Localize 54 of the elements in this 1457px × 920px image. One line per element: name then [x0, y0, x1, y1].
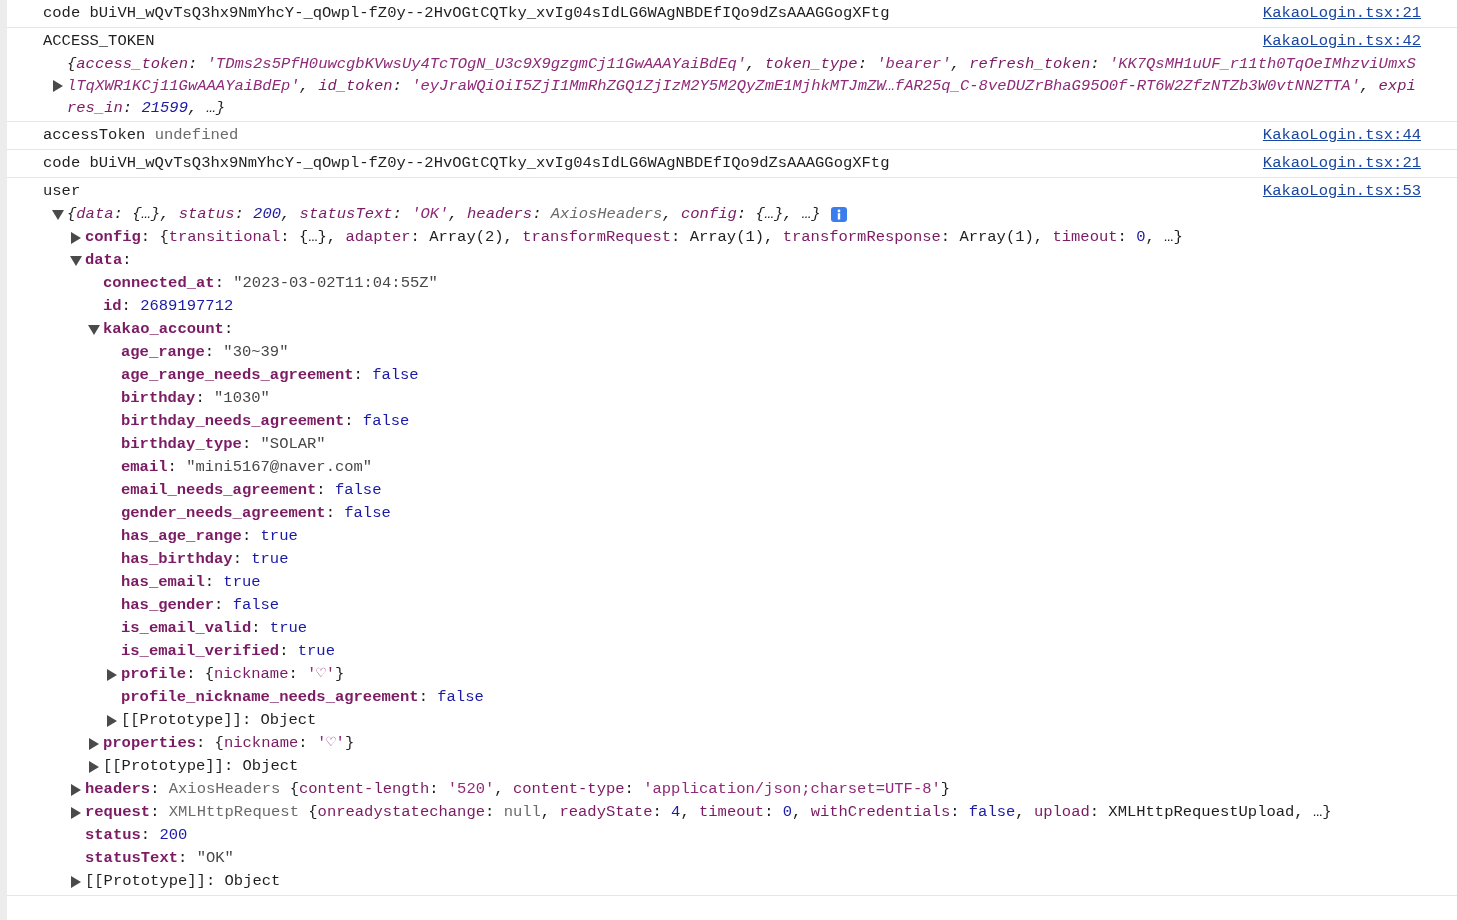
disclosure-triangle-icon[interactable]	[71, 783, 81, 796]
object-preview: {data: {…}, status: 200, statusText: 'OK', headers: AxiosHeaders, config: {…}, …}	[67, 204, 821, 225]
object-property: birthday_type: "SOLAR"	[121, 434, 326, 455]
log-message: user	[43, 181, 81, 202]
object-property: profile: {nickname: '♡'}	[121, 664, 345, 685]
object-property: profile_nickname_needs_agreement: false	[121, 687, 484, 708]
log-message: code bUiVH_wQvTsQ3hx9NmYhcY-_qOwpl-fZ0y--2HvOGtCQTky_xvIg04sIdLG6WAgNBDEfIQo9dZsAAAGGogXFtg	[43, 153, 890, 174]
object-property: status: 200	[85, 825, 188, 846]
log-message: accessToken undefined	[43, 125, 239, 146]
log-message: code bUiVH_wQvTsQ3hx9NmYhcY-_qOwpl-fZ0y--2HvOGtCQTky_xvIg04sIdLG6WAgNBDEfIQo9dZsAAAGGogXFtg	[43, 3, 890, 24]
object-property: is_email_valid: true	[121, 618, 308, 639]
object-property: has_gender: false	[121, 595, 280, 616]
object-property: connected_at: "2023-03-02T11:04:55Z"	[103, 273, 438, 294]
disclosure-triangle-icon[interactable]	[71, 806, 81, 819]
object-property: config: {transitional: {…}, adapter: Array(2), transformRequest: Array(1), transformResponse: Array(1), timeout: 0, …}	[85, 227, 1183, 248]
object-property: statusText: "OK"	[85, 848, 234, 869]
object-property: birthday: "1030"	[121, 388, 270, 409]
object-property: [[Prototype]]: Object	[85, 871, 281, 892]
disclosure-triangle-icon[interactable]	[71, 231, 81, 244]
disclosure-triangle-icon[interactable]	[88, 324, 100, 335]
object-property: data:	[85, 250, 132, 271]
disclosure-triangle-icon[interactable]	[53, 80, 63, 92]
object-property: has_email: true	[121, 572, 261, 593]
disclosure-triangle-icon[interactable]	[107, 668, 117, 681]
object-property: properties: {nickname: '♡'}	[103, 733, 355, 754]
object-property: age_range: "30~39"	[121, 342, 289, 363]
object-property: [[Prototype]]: Object	[103, 756, 299, 777]
source-link[interactable]: KakaoLogin.tsx:53	[1262, 180, 1421, 203]
object-property: birthday_needs_agreement: false	[121, 411, 410, 432]
source-link[interactable]: KakaoLogin.tsx:21	[1262, 152, 1421, 175]
object-preview: {access_token: 'TDms2s5PfH0uwcgbKVwsUy4TcTOgN_U3c9X9gzgmCj11GwAAAYaiBdEq', token_type: 'bearer', refresh_token: 'KK7QsMH1uUF_r11th0TqOeIMhzviUmxSlTqXWR1KCj11GwAAAYaiBdEp', id_token: 'eyJraWQiOiI5ZjI1MmRhZGQ1ZjIzM2Y5M2QyZmE1MjhkMTJmZW…fAR25q_C-8veDUZrBhaG95O0f-RT6W2ZfzNTZb3W0vtNNZTTA', expires_in: 21599, …}	[67, 54, 1417, 119]
object-property: age_range_needs_agreement: false	[121, 365, 419, 386]
object-property: email: "mini5167@naver.com"	[121, 457, 373, 478]
disclosure-triangle-icon[interactable]	[71, 875, 81, 888]
source-link[interactable]: KakaoLogin.tsx:42	[1262, 30, 1421, 53]
object-property: request: XMLHttpRequest {onreadystatechange: null, readyState: 4, timeout: 0, withCredentials: false, upload: XMLHttpRequestUpload, …}	[85, 802, 1332, 823]
object-property: headers: AxiosHeaders {content-length: '520', content-type: 'application/json;charset=UTF-8'}	[85, 779, 951, 800]
object-property: email_needs_agreement: false	[121, 480, 382, 501]
object-property: is_email_verified: true	[121, 641, 335, 662]
object-property: has_age_range: true	[121, 526, 298, 547]
log-message: ACCESS_TOKEN	[43, 31, 155, 52]
object-property: has_birthday: true	[121, 549, 289, 570]
object-property: kakao_account:	[103, 319, 234, 340]
disclosure-triangle-icon[interactable]	[89, 760, 99, 773]
disclosure-triangle-icon[interactable]	[107, 714, 117, 727]
disclosure-triangle-icon[interactable]	[52, 209, 64, 220]
info-icon	[830, 207, 847, 222]
source-link[interactable]: KakaoLogin.tsx:44	[1262, 124, 1421, 147]
disclosure-triangle-icon[interactable]	[70, 255, 82, 266]
object-property: id: 2689197712	[103, 296, 234, 317]
source-link[interactable]: KakaoLogin.tsx:21	[1262, 2, 1421, 25]
object-property: gender_needs_agreement: false	[121, 503, 391, 524]
disclosure-triangle-icon[interactable]	[89, 737, 99, 750]
object-property: [[Prototype]]: Object	[121, 710, 317, 731]
